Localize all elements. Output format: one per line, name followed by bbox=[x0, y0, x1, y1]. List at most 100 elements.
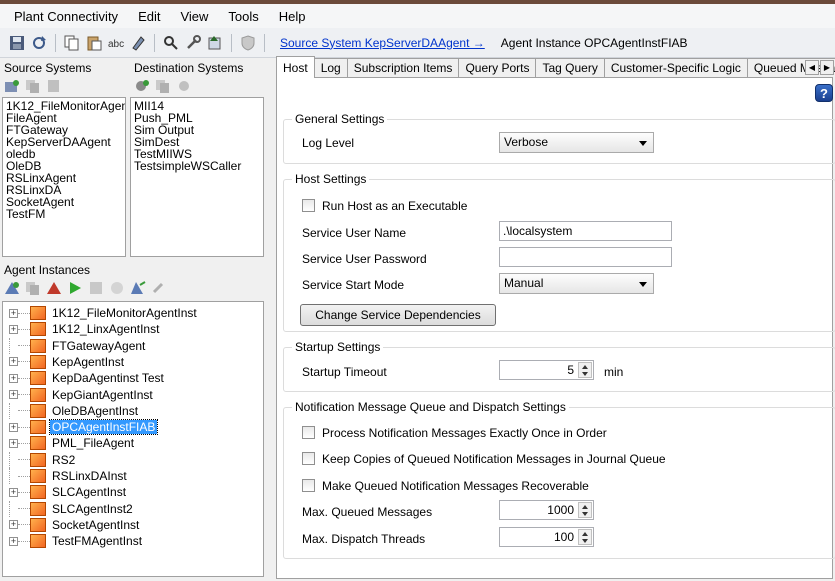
agent-instance-label[interactable]: KepAgentInst bbox=[50, 355, 126, 369]
service-user-password-input[interactable] bbox=[499, 247, 672, 267]
source-systems-list[interactable]: 1K12_FileMonitorAgent FileAgent FTGateway K… bbox=[2, 97, 126, 257]
tab-item[interactable]: Log bbox=[313, 58, 348, 78]
tab-item[interactable]: Query Ports bbox=[458, 58, 537, 78]
agent-tree-row[interactable]: + KepDaAgentinst Test bbox=[3, 370, 166, 386]
expand-icon[interactable]: + bbox=[9, 520, 18, 530]
stop-icon[interactable] bbox=[88, 281, 104, 295]
tab-item[interactable]: Tag Query bbox=[535, 58, 605, 78]
service-start-mode-select[interactable]: Manual bbox=[499, 273, 654, 294]
agent-instance-label[interactable]: SocketAgentInst bbox=[50, 518, 141, 532]
agent-instance-label[interactable]: PML_FileAgent bbox=[50, 436, 136, 450]
agent-tree-row[interactable]: +1K12_LinxAgentInst bbox=[3, 321, 161, 337]
exactly-once-checkbox[interactable] bbox=[302, 426, 315, 439]
keep-copies-checkbox[interactable] bbox=[302, 452, 315, 465]
rename-icon[interactable]: abc bbox=[108, 35, 124, 51]
agent-instance-label[interactable]: 1K12_FileMonitorAgentInst bbox=[50, 306, 199, 320]
spinner-arrows-icon[interactable] bbox=[578, 529, 592, 545]
tab-item[interactable]: Customer-Specific Logic bbox=[603, 58, 748, 78]
expand-icon[interactable]: + bbox=[9, 438, 18, 448]
run-as-executable-checkbox[interactable] bbox=[302, 199, 315, 212]
expand-icon[interactable]: + bbox=[9, 390, 18, 399]
agent-tree-row[interactable]: +1K12_FileMonitorAgentInst bbox=[3, 305, 199, 321]
log-level-select[interactable]: Verbose bbox=[499, 132, 654, 153]
import-icon[interactable] bbox=[207, 35, 223, 51]
spinner-arrows-icon[interactable] bbox=[578, 502, 592, 518]
service-user-name-input[interactable]: .\localsystem bbox=[499, 221, 672, 241]
paste-icon[interactable] bbox=[86, 35, 102, 51]
link-icon[interactable] bbox=[151, 281, 167, 295]
menu-help[interactable]: Help bbox=[269, 7, 316, 26]
delete-agent-icon[interactable] bbox=[46, 281, 62, 295]
agent-instance-label[interactable]: KepDaAgentinst Test bbox=[50, 371, 166, 385]
tab-scroll-left-icon[interactable]: ◀ bbox=[805, 60, 819, 75]
change-service-dependencies-button[interactable]: Change Service Dependencies bbox=[300, 304, 496, 326]
expand-icon[interactable]: + bbox=[9, 324, 18, 334]
expand-icon[interactable]: + bbox=[9, 536, 18, 546]
copy-system-icon[interactable] bbox=[25, 79, 41, 93]
agent-tree-row[interactable]: + SLCAgentInst bbox=[3, 484, 128, 500]
agent-instance-label[interactable]: OPCAgentInstFIAB bbox=[48, 419, 159, 436]
add-agent-icon[interactable] bbox=[4, 281, 20, 295]
agent-tree-row[interactable]: + OPCAgentInstFIAB bbox=[3, 419, 159, 436]
refresh-icon[interactable] bbox=[31, 35, 47, 51]
delete-system-icon[interactable] bbox=[46, 79, 62, 93]
tab-scroll-right-icon[interactable]: ▶ bbox=[820, 60, 834, 75]
tab-item[interactable]: Subscription Items bbox=[346, 58, 460, 78]
agent-tree-row[interactable]: RSLinxDAInst bbox=[3, 468, 129, 484]
expand-icon[interactable]: + bbox=[9, 308, 18, 318]
recoverable-checkbox[interactable] bbox=[302, 479, 315, 492]
highlight-icon[interactable] bbox=[130, 35, 146, 51]
copy-icon[interactable] bbox=[64, 35, 80, 51]
agent-tree-row[interactable]: RS2 bbox=[3, 451, 77, 468]
connect-icon[interactable] bbox=[130, 281, 146, 295]
expand-icon[interactable]: + bbox=[9, 357, 18, 367]
agent-instance-label[interactable]: RSLinxDAInst bbox=[50, 469, 129, 483]
notification-settings-group: Notification Message Queue and Dispatch … bbox=[283, 400, 835, 559]
agent-tree-row[interactable]: + SocketAgentInst bbox=[3, 517, 141, 533]
agent-instance-label[interactable]: SLCAgentInst2 bbox=[50, 502, 135, 516]
status-icon[interactable] bbox=[109, 281, 125, 295]
agent-tree-row[interactable]: FTGatewayAgent bbox=[3, 337, 147, 354]
settings-destination-icon[interactable] bbox=[176, 79, 192, 93]
agent-instance-label[interactable]: OleDBAgentInst bbox=[50, 404, 140, 418]
destination-systems-list[interactable]: MII14 Push_PML Sim Output SimDest TestMIIWS T… bbox=[130, 97, 264, 257]
tab-item[interactable]: Host bbox=[276, 56, 315, 78]
agent-tree-row[interactable]: + KepAgentInst bbox=[3, 354, 126, 370]
start-icon[interactable] bbox=[67, 281, 83, 295]
destination-system-item[interactable]: TestsimpleWSCaller bbox=[134, 160, 260, 172]
agent-instance-label[interactable]: 1K12_LinxAgentInst bbox=[50, 322, 161, 336]
expand-icon[interactable]: + bbox=[9, 487, 18, 497]
menu-edit[interactable]: Edit bbox=[128, 7, 170, 26]
save-icon[interactable] bbox=[9, 35, 25, 51]
agent-instance-label[interactable]: TestFMAgentInst bbox=[50, 534, 144, 548]
agent-tree-row[interactable]: + TestFMAgentInst bbox=[3, 533, 144, 549]
add-system-icon[interactable] bbox=[4, 79, 20, 93]
menu-tools[interactable]: Tools bbox=[218, 7, 268, 26]
agent-instances-tree[interactable]: +1K12_FileMonitorAgentInst +1K12_LinxAgen… bbox=[2, 301, 264, 577]
source-system-item[interactable]: TestFM bbox=[6, 208, 122, 220]
search-icon[interactable] bbox=[163, 35, 179, 51]
expand-icon[interactable]: + bbox=[9, 373, 18, 383]
max-queued-messages-spinner[interactable]: 1000 bbox=[499, 500, 594, 520]
menu-view[interactable]: View bbox=[170, 7, 218, 26]
agent-tree-row[interactable]: + PML_FileAgent bbox=[3, 435, 136, 451]
copy-agent-icon[interactable] bbox=[25, 281, 41, 295]
menu-plant-connectivity[interactable]: Plant Connectivity bbox=[4, 7, 128, 26]
add-destination-icon[interactable] bbox=[134, 79, 150, 93]
startup-timeout-spinner[interactable]: 5 bbox=[499, 360, 594, 380]
agent-instance-label[interactable]: KepGiantAgentInst bbox=[50, 388, 155, 402]
help-icon[interactable]: ? bbox=[815, 84, 833, 102]
agent-tree-row[interactable]: SLCAgentInst2 bbox=[3, 500, 135, 517]
expand-icon[interactable]: + bbox=[9, 422, 18, 432]
spinner-arrows-icon[interactable] bbox=[578, 362, 592, 378]
max-dispatch-threads-spinner[interactable]: 100 bbox=[499, 527, 594, 547]
agent-instance-label[interactable]: FTGatewayAgent bbox=[50, 339, 147, 353]
agent-instance-label[interactable]: SLCAgentInst bbox=[50, 485, 128, 499]
breadcrumb-source-link[interactable]: Source System KepServerDAAgent → bbox=[280, 36, 485, 50]
agent-instance-label[interactable]: RS2 bbox=[50, 453, 77, 467]
shield-icon[interactable] bbox=[240, 34, 256, 51]
wrench-icon[interactable] bbox=[185, 34, 201, 51]
copy-destination-icon[interactable] bbox=[155, 79, 171, 93]
agent-tree-row[interactable]: OleDBAgentInst bbox=[3, 402, 140, 419]
agent-tree-row[interactable]: + KepGiantAgentInst bbox=[3, 387, 155, 403]
